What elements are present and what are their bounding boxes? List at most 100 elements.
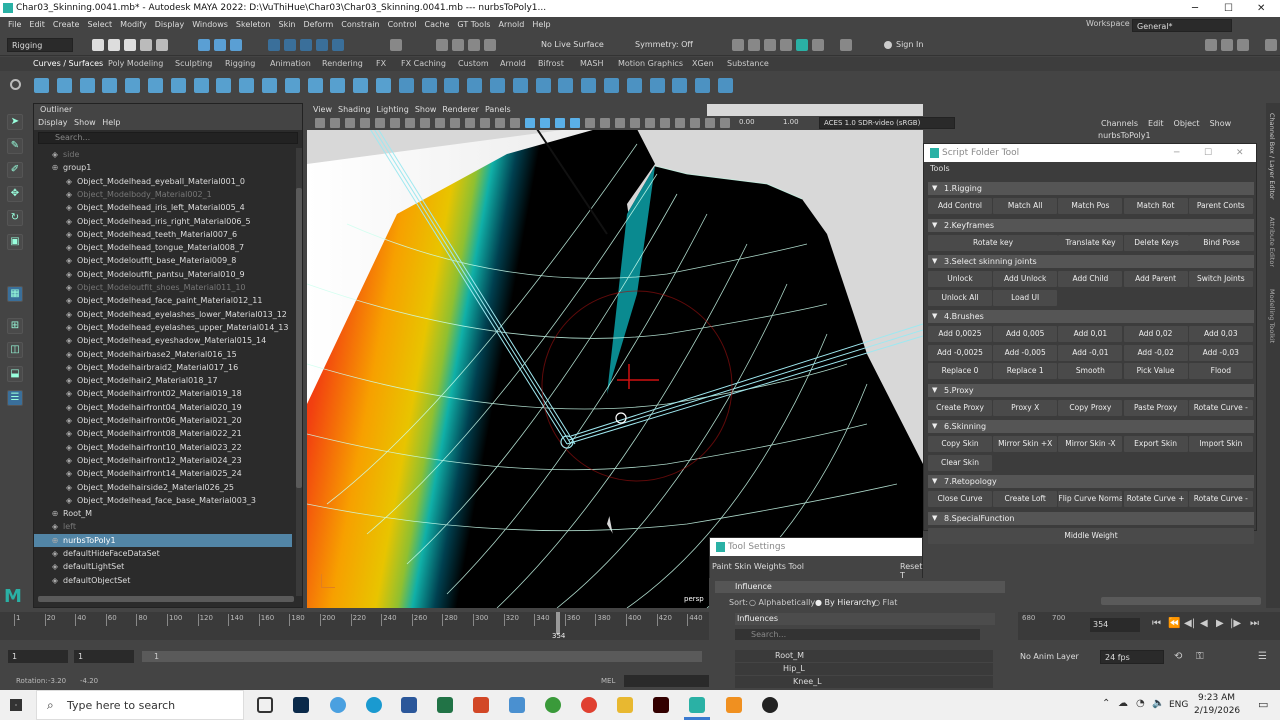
magnet3-icon[interactable] xyxy=(484,39,496,51)
clock-date[interactable]: 2/19/2026 xyxy=(1194,706,1240,716)
outliner-row[interactable]: ◈ Object_Modelhead_tongue_Material008_7 xyxy=(34,241,292,254)
shelf-tab-xgen[interactable]: XGen xyxy=(692,57,714,71)
chrome-icon[interactable] xyxy=(581,697,597,713)
shelf-tab-rendering[interactable]: Rendering xyxy=(322,57,363,71)
gamma-field[interactable]: 1.00 xyxy=(783,118,807,128)
scale-tool-icon[interactable]: ▣ xyxy=(7,234,23,250)
sft-button[interactable]: Match Pos xyxy=(1058,198,1123,214)
sort-flat-radio[interactable]: ○ Flat xyxy=(873,598,897,607)
sft-button[interactable]: Add 0,005 xyxy=(993,326,1058,342)
range-start2-field[interactable]: 1 xyxy=(74,650,134,663)
lasso-tool-icon[interactable]: ✎ xyxy=(7,138,23,154)
file-explorer-icon[interactable] xyxy=(617,697,633,713)
sft-tools-menu[interactable]: Tools xyxy=(924,162,1256,176)
shelf-tool-icon[interactable] xyxy=(125,78,141,93)
side-tab-modelling-toolkit[interactable]: Modelling Toolkit xyxy=(1268,289,1276,343)
menu-constrain[interactable]: Constrain xyxy=(341,17,379,32)
outliner-row[interactable]: ◈ Object_Modelbody_Material002_1 xyxy=(34,188,292,201)
shelf-tool-icon[interactable] xyxy=(398,78,414,93)
viewport-menu-renderer[interactable]: Renderer xyxy=(442,105,479,114)
cloud-icon[interactable]: ☁ xyxy=(1118,698,1128,709)
maya-taskbar-icon[interactable] xyxy=(689,697,705,713)
notification-icon[interactable]: ▭ xyxy=(1258,698,1268,711)
outliner-row[interactable]: ◈ Object_Modelhairfront04_Material020_19 xyxy=(34,401,292,414)
select-component-icon[interactable] xyxy=(230,39,242,51)
viewport-tool-icon[interactable] xyxy=(345,118,355,128)
menu-select[interactable]: Select xyxy=(87,17,112,32)
viewport-tool-icon[interactable] xyxy=(480,118,490,128)
sft-section-header[interactable]: 8.SpecialFunction xyxy=(928,511,1254,525)
hypershade-icon[interactable] xyxy=(796,39,808,51)
undo-icon[interactable] xyxy=(140,39,152,51)
menu-arnold[interactable]: Arnold xyxy=(498,17,524,32)
sft-button[interactable]: Mirror Skin +X xyxy=(993,436,1058,452)
sft-button[interactable]: Parent Conts xyxy=(1188,198,1253,214)
sft-button[interactable]: Add Child xyxy=(1058,271,1123,287)
workspace-dropdown[interactable]: General* xyxy=(1132,19,1232,32)
shelf-tool-icon[interactable] xyxy=(672,78,688,93)
outliner-row[interactable]: ◈ Object_Modeloutfit_pantsu_Material010_9 xyxy=(34,268,292,281)
sft-button[interactable]: Flood xyxy=(1188,363,1253,379)
shelf-tool-icon[interactable] xyxy=(353,78,369,93)
shelf-tool-icon[interactable] xyxy=(421,78,437,93)
save-scene-icon[interactable] xyxy=(124,39,136,51)
snap-surface-icon[interactable] xyxy=(332,39,344,51)
menu-display[interactable]: Display xyxy=(155,17,185,32)
sublime-icon[interactable] xyxy=(726,697,742,713)
channel-menu-edit[interactable]: Edit xyxy=(1148,119,1164,128)
viewport-tool-icon[interactable] xyxy=(390,118,400,128)
shelf-tool-icon[interactable] xyxy=(330,78,346,93)
shelf-tab-bifrost[interactable]: Bifrost xyxy=(538,57,564,71)
viewport-tool-icon[interactable] xyxy=(615,118,625,128)
channel-menu-show[interactable]: Show xyxy=(1210,119,1232,128)
minimize-icon[interactable]: ─ xyxy=(1192,0,1198,17)
sft-section-header[interactable]: 5.Proxy xyxy=(928,383,1254,397)
shelf-tab-fx[interactable]: FX xyxy=(376,57,386,71)
sft-button[interactable]: Clear Skin xyxy=(928,454,992,471)
four-view-icon[interactable]: ⊞ xyxy=(7,318,23,334)
edge-icon[interactable] xyxy=(366,697,382,713)
sft-section-header[interactable]: 2.Keyframes xyxy=(928,218,1254,232)
viewport-tool-icon[interactable] xyxy=(705,118,715,128)
shelf-tab-animation[interactable]: Animation xyxy=(270,57,311,71)
outliner-row[interactable]: ◈ Object_Modelhead_face_base_Material003_… xyxy=(34,494,292,507)
outliner-row[interactable]: ◈ Object_Modelhair2_Material018_17 xyxy=(34,374,292,387)
sft-section-header[interactable]: 3.Select skinning joints xyxy=(928,255,1254,268)
sft-minimize-icon[interactable]: ─ xyxy=(1174,144,1179,162)
sft-button[interactable]: Load UI xyxy=(993,289,1058,306)
sft-button[interactable]: Add -0,005 xyxy=(993,344,1058,361)
close-icon[interactable]: ✕ xyxy=(1257,0,1265,17)
snap-view-icon[interactable] xyxy=(316,39,328,51)
sft-section-header[interactable]: 6.Skinning xyxy=(928,420,1254,433)
powerpoint-icon[interactable] xyxy=(473,697,489,713)
sft-button[interactable]: Create Loft xyxy=(993,491,1058,507)
shelf-tool-icon[interactable] xyxy=(307,78,323,93)
anim-layer-dropdown[interactable]: No Anim Layer xyxy=(1020,652,1079,661)
sft-button[interactable]: Match Rot xyxy=(1123,198,1188,214)
sft-button[interactable]: Add Unlock xyxy=(993,271,1058,287)
render-settings-icon[interactable] xyxy=(780,39,792,51)
redo-icon[interactable] xyxy=(156,39,168,51)
outliner-row[interactable]: ◈ Object_Modelhairfront14_Material025_24 xyxy=(34,467,292,480)
outliner-row[interactable]: ⊕ group1 xyxy=(34,161,292,174)
taskbar-search-box[interactable]: ⌕ Type here to search xyxy=(36,690,244,720)
channel-box-icon[interactable] xyxy=(1265,39,1277,51)
viewport-tool-icon[interactable] xyxy=(510,118,520,128)
single-view-icon[interactable]: ▦ xyxy=(7,286,23,302)
outliner-row[interactable]: ◈ Object_Modelhead_eyelashes_upper_Materi… xyxy=(34,321,292,334)
viewport-tool-icon[interactable] xyxy=(420,118,430,128)
sft-button[interactable]: Rotate Curve - xyxy=(1188,491,1253,507)
shelf-tool-icon[interactable] xyxy=(535,78,551,93)
command-input[interactable] xyxy=(624,675,714,687)
shelf-tab-arnold[interactable]: Arnold xyxy=(500,57,526,71)
outliner-row[interactable]: ◈ Object_Modeloutfit_shoes_Material011_10 xyxy=(34,281,292,294)
menu-deform[interactable]: Deform xyxy=(304,17,334,32)
shelf-tab-substance[interactable]: Substance xyxy=(727,57,769,71)
sft-button[interactable]: Mirror Skin -X xyxy=(1058,436,1123,452)
channel-menu-object[interactable]: Object xyxy=(1174,119,1200,128)
time-slider[interactable]: 1 20 40 60 80 100 120 140 160 180 200 220 240 260 280 3… xyxy=(0,612,1280,640)
shelf-tool-icon[interactable] xyxy=(148,78,163,93)
green-app-icon[interactable] xyxy=(545,697,561,713)
goto-start-icon[interactable]: ⏮ xyxy=(1152,618,1161,629)
ipr-icon[interactable] xyxy=(764,39,776,51)
